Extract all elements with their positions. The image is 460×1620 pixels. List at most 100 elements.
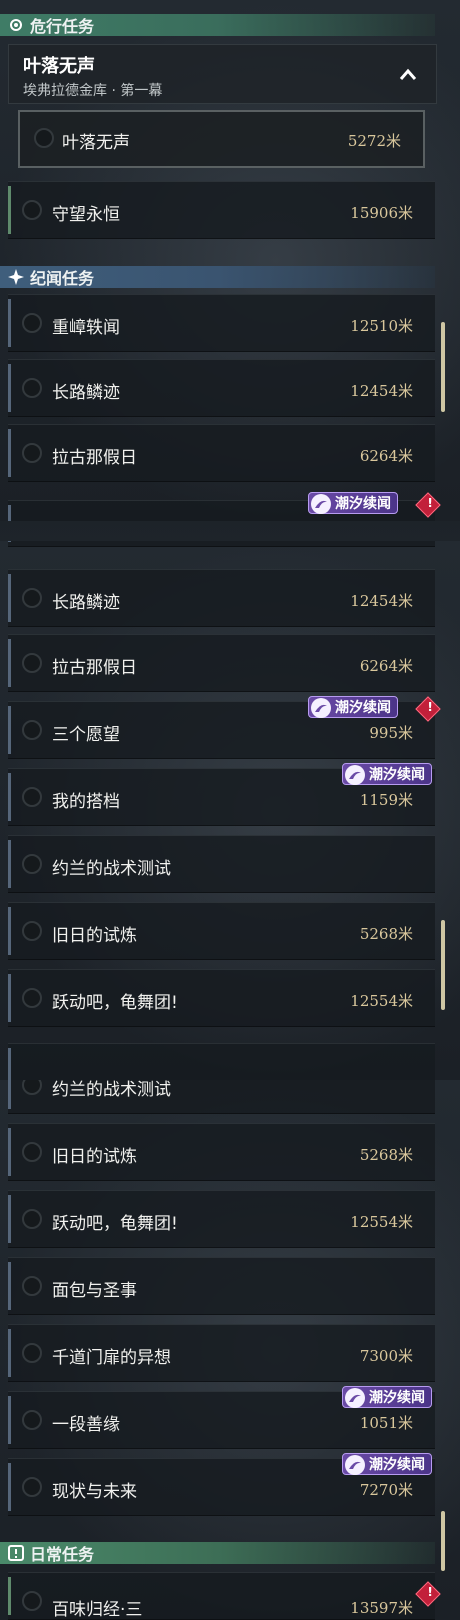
quest-name: 三个愿望 (52, 725, 120, 745)
group-subtitle: 埃弗拉德金库 · 第一幕 (23, 83, 163, 99)
quest-row[interactable]: 跃动吧，龟舞团! 12554米 (8, 1190, 435, 1248)
badge-label: 潮汐续闻 (369, 1457, 425, 1473)
quest-row-selected[interactable]: 叶落无声 5272米 (18, 110, 425, 168)
scrollbar-thumb[interactable] (441, 920, 445, 1010)
quest-row[interactable]: 长路鳞迹 12454米 (8, 569, 435, 627)
tidal-badge: 潮汐续闻 (342, 1453, 432, 1475)
quest-name: 约兰的战术测试 (52, 1080, 171, 1100)
quest-name: 拉古那假日 (52, 658, 137, 678)
quest-name: 重嶂轶闻 (52, 318, 120, 338)
scrollbar-thumb[interactable] (441, 322, 445, 412)
quest-distance: 12554米 (350, 1213, 413, 1231)
quest-track-circle[interactable] (22, 1209, 42, 1229)
tidal-icon (345, 1455, 365, 1475)
badge-label: 潮汐续闻 (369, 767, 425, 783)
quest-row[interactable]: 长路鳞迹 12454米 (8, 359, 435, 417)
quest-distance: 5272米 (347, 132, 401, 150)
quest-name: 约兰的战术测试 (52, 859, 171, 879)
quest-name: 长路鳞迹 (52, 593, 120, 613)
quest-name: 面包与圣事 (52, 1281, 137, 1301)
exclamation-box-icon (8, 1545, 24, 1561)
gear-icon (8, 17, 24, 33)
quest-track-circle[interactable] (22, 200, 42, 220)
quest-name: 长路鳞迹 (52, 383, 120, 403)
quest-name: 跃动吧，龟舞团! (52, 1214, 178, 1234)
quest-name: 旧日的试炼 (52, 926, 137, 946)
section-header-daily: 日常任务 (0, 1542, 435, 1564)
quest-track-circle[interactable] (22, 588, 42, 608)
quest-track-circle[interactable] (22, 854, 42, 874)
quest-name: 百味归经·三 (52, 1600, 143, 1620)
group-title: 叶落无声 (23, 56, 95, 77)
quest-track-circle[interactable] (22, 921, 42, 941)
tidal-icon (345, 765, 365, 785)
quest-distance: 12510米 (350, 317, 413, 335)
tidal-icon (345, 1388, 365, 1408)
quest-distance: 7300米 (359, 1347, 413, 1365)
badge-label: 潮汐续闻 (335, 496, 391, 512)
quest-row[interactable]: 约兰的战术测试 (8, 835, 435, 893)
quest-track-circle[interactable] (22, 787, 42, 807)
quest-track-circle[interactable] (22, 378, 42, 398)
quest-track-circle[interactable] (22, 313, 42, 333)
quest-row-partial[interactable] (8, 1043, 435, 1080)
quest-name: 拉古那假日 (52, 448, 137, 468)
quest-distance: 6264米 (359, 657, 413, 675)
quest-row[interactable]: 千道门扉的异想 7300米 (8, 1324, 435, 1382)
section-label: 纪闻任务 (30, 269, 95, 288)
quest-distance: 13597米 (350, 1599, 413, 1617)
quest-distance: 5268米 (359, 925, 413, 943)
tidal-badge: 潮汐续闻 (308, 696, 398, 718)
quest-track-circle[interactable] (22, 988, 42, 1008)
quest-distance: 1051米 (359, 1414, 413, 1432)
quest-name: 一段善缘 (52, 1415, 120, 1435)
quest-track-circle[interactable] (34, 128, 54, 148)
quest-track-circle[interactable] (22, 1142, 42, 1162)
quest-row[interactable]: 面包与圣事 (8, 1257, 435, 1315)
quest-distance: 12454米 (350, 382, 413, 400)
quest-distance: 7270米 (359, 1481, 413, 1499)
quest-track-circle[interactable] (22, 1591, 42, 1611)
quest-row[interactable]: 跃动吧，龟舞团! 12554米 (8, 969, 435, 1027)
quest-row-partial[interactable]: 百味归经·三 13597米 (8, 1572, 435, 1620)
section-header-danger: 危行任务 (0, 14, 435, 36)
tidal-badge: 潮汐续闻 (342, 763, 432, 785)
quest-row[interactable]: 旧日的试炼 5268米 (8, 902, 435, 960)
quest-track-circle[interactable] (22, 443, 42, 463)
quest-name: 现状与未来 (52, 1482, 137, 1502)
sparkle-icon (8, 269, 24, 285)
quest-row[interactable]: 旧日的试炼 5268米 (8, 1123, 435, 1181)
quest-name: 我的搭档 (52, 792, 120, 812)
section-header-story: 纪闻任务 (0, 266, 435, 288)
section-label: 日常任务 (30, 1545, 95, 1564)
quest-distance: 15906米 (350, 204, 413, 222)
tidal-badge: 潮汐续闻 (342, 1386, 432, 1408)
tidal-icon (311, 494, 331, 514)
quest-name: 守望永恒 (52, 205, 120, 225)
badge-label: 潮汐续闻 (369, 1390, 425, 1406)
quest-track-circle[interactable] (22, 1080, 42, 1095)
quest-track-circle[interactable] (22, 653, 42, 673)
quest-track-circle[interactable] (22, 1477, 42, 1497)
scrollbar-thumb[interactable] (441, 1511, 445, 1571)
quest-row[interactable]: 重嶂轶闻 12510米 (8, 294, 435, 352)
quest-distance: 995米 (369, 724, 413, 742)
quest-track-circle[interactable] (22, 1276, 42, 1296)
quest-name: 旧日的试炼 (52, 1147, 137, 1167)
quest-distance: 5268米 (359, 1146, 413, 1164)
section-label: 危行任务 (30, 17, 95, 36)
quest-distance: 12454米 (350, 592, 413, 610)
quest-list-view-3: 约兰的战术测试 旧日的试炼 5268米 跃动吧，龟舞团! 12554米 面包与圣… (0, 1080, 460, 1620)
quest-track-circle[interactable] (22, 1343, 42, 1363)
quest-row[interactable]: 拉古那假日 6264米 (8, 634, 435, 692)
quest-track-circle[interactable] (22, 720, 42, 740)
chevron-up-icon[interactable] (398, 65, 418, 85)
quest-row[interactable]: 约兰的战术测试 (8, 1080, 435, 1114)
quest-row-partial[interactable] (8, 541, 435, 547)
quest-track-circle[interactable] (22, 1410, 42, 1430)
quest-row[interactable]: 守望永恒 15906米 (8, 181, 435, 239)
tidal-icon (311, 698, 331, 718)
quest-group-header[interactable]: 叶落无声 埃弗拉德金库 · 第一幕 (8, 44, 437, 104)
quest-row[interactable]: 拉古那假日 6264米 (8, 424, 435, 482)
quest-name: 叶落无声 (62, 133, 130, 153)
